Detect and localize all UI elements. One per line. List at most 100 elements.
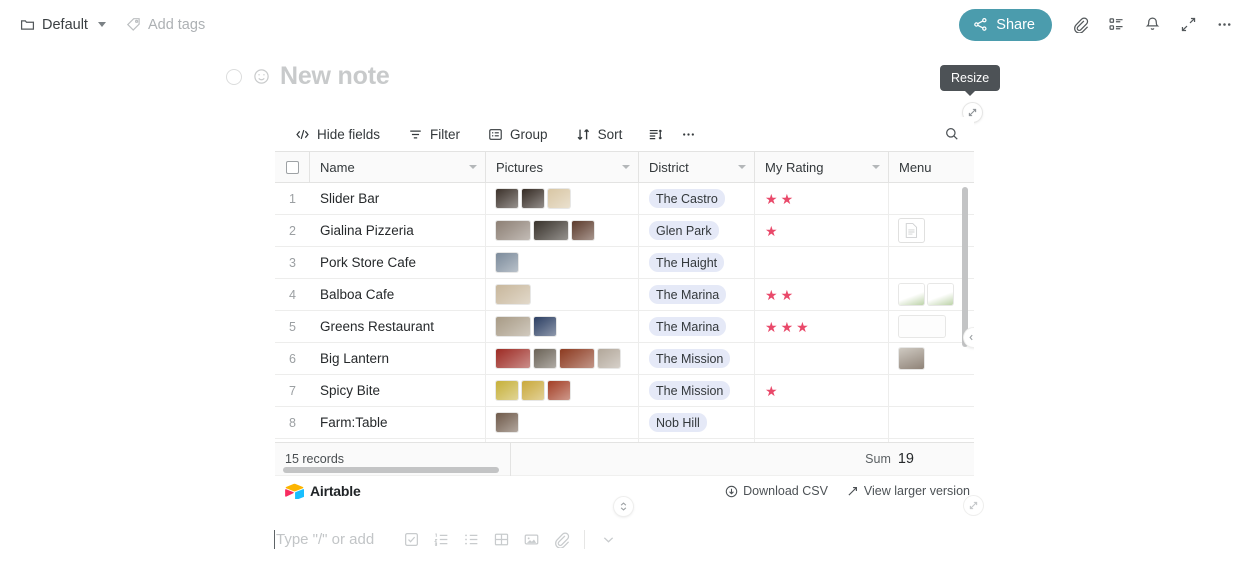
cell-district[interactable]: The Marina (639, 278, 755, 311)
cell-district[interactable]: The Marina (639, 310, 755, 343)
expand-icon[interactable] (1172, 9, 1204, 41)
search-button[interactable] (938, 120, 965, 147)
cell-my-rating[interactable] (755, 342, 889, 375)
cell-my-rating[interactable]: ★ (755, 374, 889, 407)
table-row[interactable]: 5 Greens Restaurant The Marina ★ ★ ★ (275, 310, 974, 343)
checklist-icon[interactable] (396, 524, 426, 554)
cell-pictures[interactable] (486, 183, 639, 215)
share-button[interactable]: Share (959, 8, 1052, 41)
menu-photo-thumbnail[interactable] (899, 348, 924, 369)
picture-thumbnail[interactable] (534, 317, 556, 336)
cell-district[interactable]: Nob Hill (639, 406, 755, 439)
bulleted-list-icon[interactable] (456, 524, 486, 554)
table-row[interactable]: 2 Gialina Pizzeria Glen Park ★ (275, 214, 974, 247)
rating-star-icon[interactable]: ★ (765, 288, 778, 302)
table-row[interactable]: 4 Balboa Cafe The Marina ★ ★ (275, 278, 974, 311)
rating-star-icon[interactable]: ★ (796, 320, 809, 334)
cell-pictures[interactable] (486, 246, 639, 279)
cell-name[interactable]: Big Lantern (310, 342, 486, 375)
rating-star-icon[interactable]: ★ (765, 224, 778, 238)
group-button[interactable]: Group (480, 121, 556, 147)
add-tags-button[interactable]: Add tags (120, 13, 211, 37)
cell-pictures[interactable] (486, 214, 639, 247)
hide-fields-button[interactable]: Hide fields (287, 121, 388, 147)
column-header-pictures[interactable]: Pictures (486, 151, 639, 183)
cell-name[interactable]: Gialina Pizzeria (310, 214, 486, 247)
cell-district[interactable]: The Mission (639, 374, 755, 407)
picture-thumbnail[interactable] (496, 317, 530, 336)
chevron-down-icon[interactable] (872, 165, 880, 169)
download-csv-link[interactable]: Download CSV (725, 484, 828, 498)
picture-thumbnail[interactable] (548, 189, 570, 208)
picture-thumbnail[interactable] (534, 221, 568, 240)
picture-thumbnail[interactable] (534, 349, 556, 368)
cell-my-rating[interactable]: ★ (755, 214, 889, 247)
cell-menu[interactable] (889, 375, 974, 407)
cell-pictures[interactable] (486, 374, 639, 407)
cell-name[interactable]: Slider Bar (310, 183, 486, 215)
picture-thumbnail[interactable] (572, 221, 594, 240)
picture-thumbnail[interactable] (522, 189, 544, 208)
rating-star-icon[interactable]: ★ (765, 384, 778, 398)
picture-thumbnail[interactable] (496, 381, 518, 400)
cell-name[interactable]: Greens Restaurant (310, 310, 486, 343)
column-header-name[interactable]: Name (310, 151, 486, 183)
cell-name[interactable]: Pork Store Cafe (310, 246, 486, 279)
picture-thumbnail[interactable] (598, 349, 620, 368)
menu-document-thumbnail[interactable] (899, 219, 924, 242)
picture-thumbnail[interactable] (496, 189, 518, 208)
cell-district[interactable]: The Mission (639, 342, 755, 375)
column-header-district[interactable]: District (639, 151, 755, 183)
cell-pictures[interactable] (486, 342, 639, 375)
picture-thumbnail[interactable] (522, 381, 544, 400)
table-row[interactable]: 3 Pork Store Cafe The Haight (275, 246, 974, 279)
cell-name[interactable]: Spicy Bite (310, 374, 486, 407)
cell-my-rating[interactable] (755, 406, 889, 439)
horizontal-scrollbar[interactable] (283, 467, 499, 473)
table-row[interactable]: 6 Big Lantern The Mission (275, 342, 974, 375)
row-height-button[interactable] (642, 121, 669, 147)
filter-button[interactable]: Filter (400, 121, 468, 147)
cell-my-rating[interactable]: ★★★ (755, 310, 889, 343)
rating-star-icon[interactable]: ★ (781, 192, 794, 206)
list-details-icon[interactable] (1100, 9, 1132, 41)
cell-name[interactable]: Balboa Cafe (310, 278, 486, 311)
page-title[interactable]: New note (280, 62, 390, 91)
column-header-menu[interactable]: Menu (889, 152, 974, 183)
table-row[interactable]: 1 Slider Bar The Castro ★ ★ (275, 183, 974, 215)
cell-pictures[interactable] (486, 406, 639, 439)
picture-thumbnail[interactable] (496, 221, 530, 240)
picture-thumbnail[interactable] (496, 349, 530, 368)
image-icon[interactable] (516, 524, 546, 554)
cell-name[interactable]: Farm:Table (310, 406, 486, 439)
cell-district[interactable]: The Castro (639, 183, 755, 215)
chevron-down-icon[interactable] (469, 165, 477, 169)
menu-document-thumbnail[interactable] (899, 316, 945, 337)
rating-star-icon[interactable]: ★ (765, 192, 778, 206)
chevron-down-icon[interactable] (738, 165, 746, 169)
cell-my-rating[interactable]: ★ ★ (755, 278, 889, 311)
chevron-down-icon[interactable] (622, 165, 630, 169)
cell-pictures[interactable] (486, 278, 639, 311)
select-all-checkbox[interactable] (285, 160, 299, 174)
chevron-down-icon[interactable] (593, 524, 623, 554)
picture-thumbnail[interactable] (496, 253, 518, 272)
cell-district[interactable]: The Haight (639, 246, 755, 279)
editor-placeholder[interactable]: Type "/" or add (276, 531, 374, 548)
resize-handle-bottom[interactable] (964, 496, 983, 515)
menu-document-thumbnail[interactable] (928, 284, 953, 305)
vertical-resize-grip[interactable] (614, 497, 633, 516)
cell-menu[interactable] (889, 407, 974, 439)
table-row[interactable]: 8 Farm:Table Nob Hill (275, 406, 974, 439)
picture-thumbnail[interactable] (496, 413, 518, 432)
attachment-icon[interactable] (546, 524, 576, 554)
airtable-more-button[interactable] (675, 121, 702, 147)
view-larger-link[interactable]: View larger version (846, 484, 970, 498)
rating-star-icon[interactable]: ★ (765, 320, 778, 334)
smiley-icon[interactable] (252, 68, 270, 86)
bell-icon[interactable] (1136, 9, 1168, 41)
rating-star-icon[interactable]: ★ (781, 320, 794, 334)
summary-group[interactable]: Sum 19 (511, 443, 974, 476)
cell-my-rating[interactable]: ★ ★ (755, 183, 889, 215)
cell-district[interactable]: Glen Park (639, 214, 755, 247)
